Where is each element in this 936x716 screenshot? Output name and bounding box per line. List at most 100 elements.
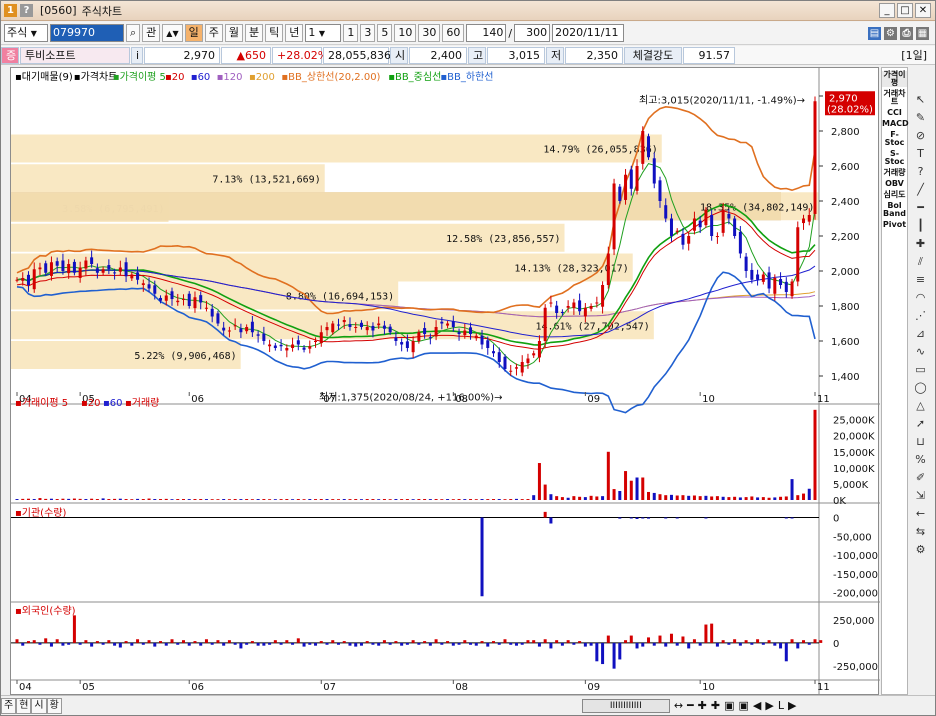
quick-60[interactable]: 60 (442, 24, 465, 42)
stepper-button[interactable]: ▲▼ (162, 24, 183, 42)
indicator-psychology[interactable]: 심리도 (882, 191, 907, 199)
indicator-obv[interactable]: OBV (882, 180, 907, 188)
print-icon[interactable]: ⎙ (900, 26, 913, 40)
triangle-icon[interactable]: △ (912, 399, 930, 413)
indicator-macd[interactable]: MACD (882, 120, 909, 128)
fit-all-icon[interactable]: ▣ (739, 699, 749, 712)
pen-icon[interactable]: ✐ (912, 471, 930, 485)
date-select[interactable]: 2020/11/11 ▼ (552, 24, 625, 54)
trend-line-icon[interactable]: ╱ (912, 183, 930, 197)
indicator-volume-chart[interactable]: 거래차트 (882, 90, 907, 106)
save-icon[interactable]: ▦ (916, 26, 929, 40)
tab-status[interactable]: 황 (46, 697, 62, 714)
scroll-left-icon[interactable]: ◀ (753, 699, 761, 712)
indicator-pivot[interactable]: Pivot (882, 221, 907, 229)
foreign-bar (560, 642, 564, 646)
market-select[interactable]: 주식 ▼ (4, 24, 48, 42)
help-icon[interactable]: ? (20, 4, 33, 17)
total-input[interactable]: 300 (514, 24, 551, 42)
maximize-button[interactable]: □ (897, 3, 913, 18)
candle-body (796, 227, 800, 282)
tab-week[interactable]: 주 (1, 697, 17, 714)
quick-1[interactable]: 1 (343, 24, 359, 42)
indicator-volume[interactable]: 거래량 (882, 169, 907, 177)
cursor-icon[interactable]: ↖ (912, 93, 930, 107)
cross-line-icon[interactable]: ✚ (912, 237, 930, 251)
info-button[interactable]: i (131, 46, 143, 64)
chart-icon[interactable]: ▤ (868, 26, 881, 40)
channel-icon[interactable]: ⫽ (912, 255, 930, 269)
arc-icon[interactable]: ◠ (912, 291, 930, 305)
candle-body (779, 279, 783, 285)
play-icon[interactable]: ▶ (788, 699, 796, 712)
gear-icon[interactable]: ⚙ (884, 26, 897, 40)
left-arrow-icon[interactable]: ← (912, 507, 930, 521)
plus-icon[interactable]: ✚ (711, 699, 720, 712)
reset-view-icon[interactable]: ↔ (674, 699, 683, 712)
magnet-icon[interactable]: ⊔ (912, 435, 930, 449)
stock-chart-svg[interactable]: 14.79% (26,055,836)7.13% (13,521,669)3.5… (11, 68, 880, 696)
volume-bar (767, 497, 771, 500)
volume-profile-band (11, 192, 819, 221)
candle-body (612, 183, 616, 250)
chart-area[interactable]: 14.79% (26,055,836)7.13% (13,521,669)3.5… (10, 67, 880, 696)
chart-scrollbar[interactable]: IIIIIIIIIIII (581, 698, 670, 713)
count-input[interactable]: 140 (466, 24, 507, 42)
institution-tick-label: -100,000 (833, 551, 878, 562)
candle-body (233, 325, 237, 327)
search-button[interactable]: ⌕ (126, 24, 141, 42)
quick-10[interactable]: 10 (394, 24, 417, 42)
quick-3[interactable]: 3 (360, 24, 376, 42)
rectangle-icon[interactable]: ▭ (912, 363, 930, 377)
candle-body (107, 265, 111, 270)
help-icon[interactable]: ? (912, 165, 930, 179)
indicator-sstoc[interactable]: S-Stoc (882, 150, 907, 166)
indicator-ma[interactable]: 가격이평 (882, 71, 907, 87)
app-icon[interactable]: 1 (4, 4, 17, 17)
related-button[interactable]: 관 (142, 24, 161, 42)
period-minute[interactable]: 분 (244, 24, 264, 42)
vertical-line-icon[interactable]: ┃ (912, 219, 930, 233)
horizontal-line-icon[interactable]: ━ (912, 201, 930, 215)
quick-30[interactable]: 30 (418, 24, 441, 42)
period-day[interactable]: 일 (184, 24, 203, 42)
settings-icon[interactable]: ⚙ (912, 543, 930, 557)
volume-bar (26, 498, 30, 500)
indicator-fstoc[interactable]: F-Stoc (882, 131, 907, 147)
scroll-right-icon[interactable]: ▶ (765, 699, 773, 712)
arrow-icon[interactable]: ➚ (912, 417, 930, 431)
interval-select[interactable]: 1 ▼ (305, 24, 342, 42)
tab-time[interactable]: 시 (31, 697, 47, 714)
period-week[interactable]: 주 (204, 24, 223, 42)
quick-5[interactable]: 5 (377, 24, 393, 42)
zoom-out-icon[interactable]: ━ (687, 699, 694, 712)
wave-icon[interactable]: ∿ (912, 345, 930, 359)
indicator-cci[interactable]: CCI (882, 109, 907, 117)
stock-code-input[interactable]: 079970 (50, 24, 124, 42)
period-tick[interactable]: 틱 (265, 24, 284, 42)
measure-icon[interactable]: ⇲ (912, 489, 930, 503)
fit-icon[interactable]: ▣ (724, 699, 734, 712)
period-indicator[interactable]: [1일] (901, 47, 935, 63)
indicator-bollinger[interactable]: Bol Band (882, 202, 907, 218)
percent-icon[interactable]: % (912, 453, 930, 467)
circle-icon[interactable]: ◯ (912, 381, 930, 395)
latest-icon[interactable]: L (778, 699, 784, 712)
period-year[interactable]: 년 (285, 24, 304, 42)
fan-icon[interactable]: ⋰ (912, 309, 930, 323)
tab-current[interactable]: 현 (16, 697, 32, 714)
volume-bar (250, 499, 254, 500)
zoom-in-icon[interactable]: ✚ (698, 699, 707, 712)
high-label: 고 (468, 46, 486, 64)
compare-icon[interactable]: ⇆ (912, 525, 930, 539)
all-erase-icon[interactable]: ⊘ (912, 129, 930, 143)
text-icon[interactable]: T (912, 147, 930, 161)
close-button[interactable]: ✕ (915, 3, 931, 18)
fibonacci-icon[interactable]: ≡ (912, 273, 930, 287)
volume-bar (273, 499, 277, 500)
minimize-button[interactable]: _ (879, 3, 895, 18)
gann-icon[interactable]: ⊿ (912, 327, 930, 341)
eraser-icon[interactable]: ✎ (912, 111, 930, 125)
candle-body (118, 267, 122, 272)
period-month[interactable]: 월 (224, 24, 243, 42)
